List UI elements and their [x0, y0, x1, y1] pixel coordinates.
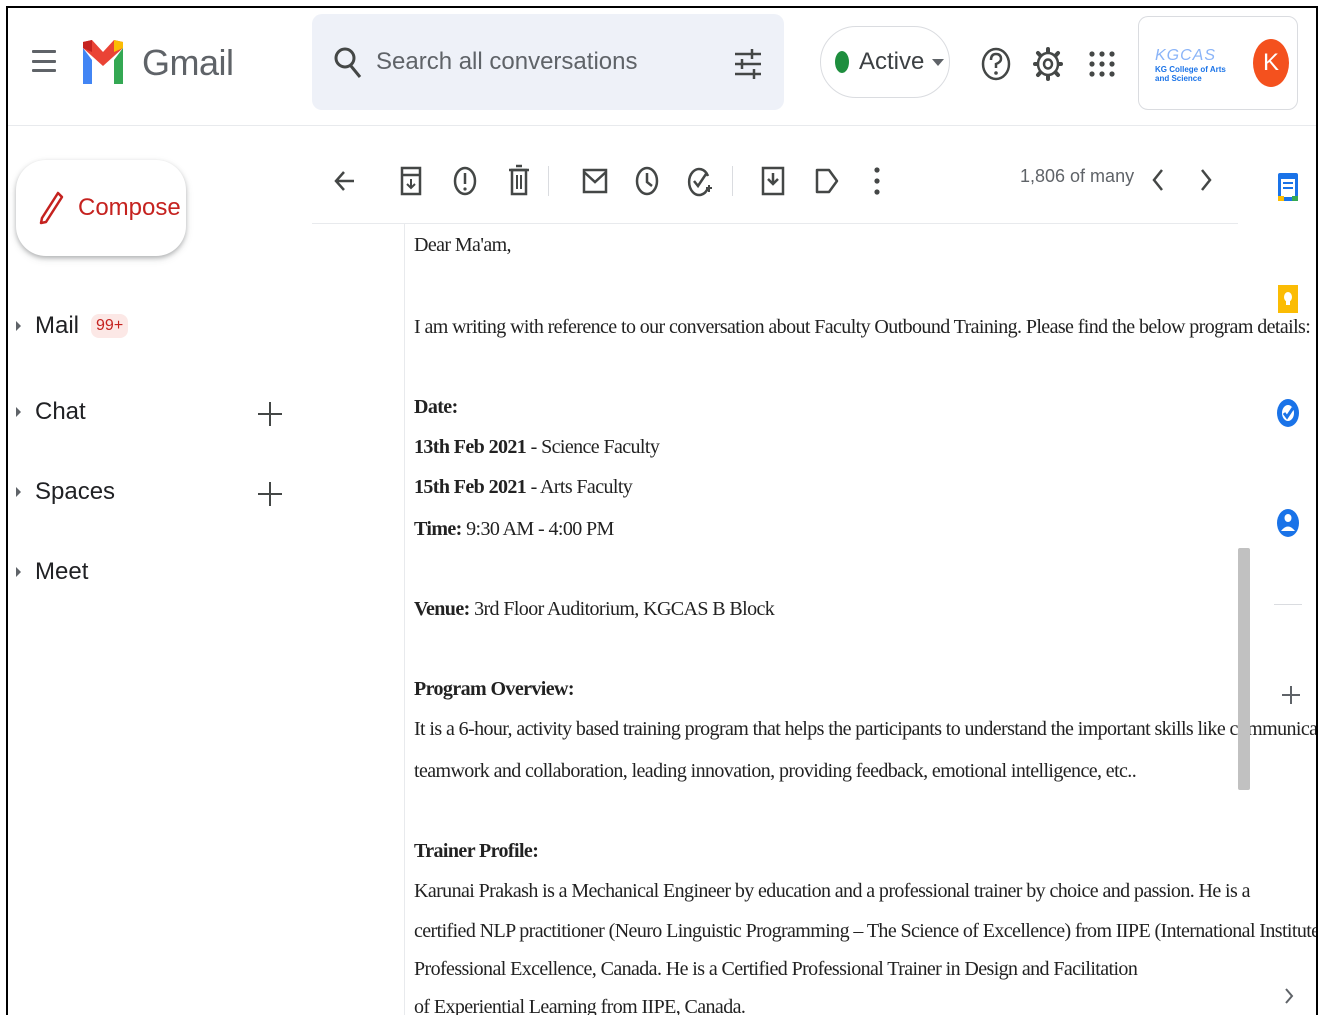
date-line-arts: 15th Feb 2021 - Arts Faculty — [414, 476, 633, 498]
get-addons-plus-icon[interactable] — [1282, 686, 1300, 704]
trainer-line: Professional Excellence, Canada. He is a… — [414, 958, 1138, 980]
trainer-line: Karunai Prakash is a Mechanical Engineer… — [414, 880, 1250, 902]
contacts-icon[interactable] — [1276, 506, 1300, 540]
pencil-icon — [39, 191, 64, 225]
account-switcher[interactable]: KGCAS KG College of Arts and Science K — [1138, 16, 1298, 110]
message-pager-count: 1,806 of many — [1020, 166, 1135, 186]
search-bar — [312, 14, 784, 110]
toolbar-divider — [548, 166, 549, 196]
expand-caret-icon[interactable] — [16, 321, 21, 331]
status-dot-icon — [835, 51, 849, 73]
help-icon[interactable] — [980, 46, 1012, 82]
message-toolbar: 1,806 of many — [312, 126, 1238, 224]
tasks-icon[interactable] — [1276, 396, 1300, 430]
toolbar-divider — [732, 166, 733, 196]
search-options-icon[interactable] — [732, 48, 764, 80]
nav-item-meet[interactable]: Meet — [16, 552, 296, 592]
side-panel — [1254, 126, 1316, 1015]
date-heading: Date: — [414, 396, 458, 418]
date-line-science: 13th Feb 2021 - Science Faculty — [414, 436, 660, 458]
caret-down-icon — [932, 58, 945, 66]
nav-item-chat[interactable]: Chat — [16, 392, 296, 432]
label-tag-icon[interactable] — [814, 164, 840, 198]
overview-heading: Program Overview: — [414, 678, 575, 700]
status-label: Active — [859, 48, 925, 75]
search-icon[interactable] — [332, 44, 364, 80]
show-side-panel-chevron-icon[interactable] — [1282, 984, 1296, 1008]
nav-item-mail[interactable]: Mail 99+ — [16, 306, 296, 346]
add-to-tasks-icon[interactable] — [686, 164, 712, 198]
delete-trash-icon[interactable] — [506, 164, 532, 198]
expand-caret-icon[interactable] — [16, 407, 21, 417]
archive-icon[interactable] — [398, 164, 424, 198]
calendar-icon[interactable] — [1276, 170, 1300, 204]
new-space-plus-icon[interactable] — [258, 482, 282, 506]
gmail-logo-icon[interactable] — [80, 36, 126, 88]
gmail-window: Gmail Active — [6, 6, 1318, 1015]
nav-item-spaces[interactable]: Spaces — [16, 472, 296, 512]
move-to-icon[interactable] — [760, 164, 786, 198]
keep-notes-icon[interactable] — [1276, 282, 1300, 316]
new-chat-plus-icon[interactable] — [258, 402, 282, 426]
unread-count-badge: 99+ — [91, 314, 129, 338]
avatar[interactable]: K — [1253, 39, 1289, 87]
compose-label: Compose — [78, 194, 181, 221]
older-chevron-right-icon[interactable] — [1196, 164, 1216, 196]
content-divider — [404, 224, 405, 1015]
overview-line: teamwork and collaboration, leading inno… — [414, 760, 1137, 782]
side-panel-divider — [1274, 604, 1302, 605]
expand-caret-icon[interactable] — [16, 487, 21, 497]
back-arrow-icon[interactable] — [332, 164, 358, 198]
overview-line: It is a 6-hour, activity based training … — [414, 718, 1318, 740]
trainer-heading: Trainer Profile: — [414, 840, 539, 862]
report-spam-icon[interactable] — [452, 164, 478, 198]
scrollbar-thumb[interactable] — [1238, 548, 1250, 790]
newer-chevron-left-icon[interactable] — [1148, 164, 1168, 196]
gmail-wordmark: Gmail — [142, 42, 234, 83]
organization-logo: KGCAS KG College of Arts and Science — [1155, 47, 1226, 83]
mark-unread-icon[interactable] — [582, 164, 608, 198]
trainer-line: of Experiential Learning from IIPE, Cana… — [414, 996, 746, 1015]
time-line: Time: 9:30 AM - 4:00 PM — [414, 518, 614, 540]
search-input[interactable] — [376, 44, 716, 80]
main-menu-icon[interactable] — [32, 50, 56, 72]
intro-paragraph: I am writing with reference to our conve… — [414, 316, 1311, 338]
greeting-text: Dear Ma'am, — [414, 234, 512, 256]
expand-caret-icon[interactable] — [16, 567, 21, 577]
apps-grid-icon[interactable] — [1086, 46, 1118, 82]
snooze-clock-icon[interactable] — [634, 164, 660, 198]
more-options-icon[interactable] — [864, 164, 890, 198]
top-bar: Gmail Active — [8, 8, 1316, 126]
venue-line: Venue: 3rd Floor Auditorium, KGCAS B Blo… — [414, 598, 775, 620]
status-dropdown[interactable]: Active — [820, 26, 950, 98]
compose-button[interactable]: Compose — [16, 160, 186, 256]
settings-gear-icon[interactable] — [1032, 46, 1064, 82]
trainer-line: certified NLP practitioner (Neuro Lingui… — [414, 920, 1318, 942]
